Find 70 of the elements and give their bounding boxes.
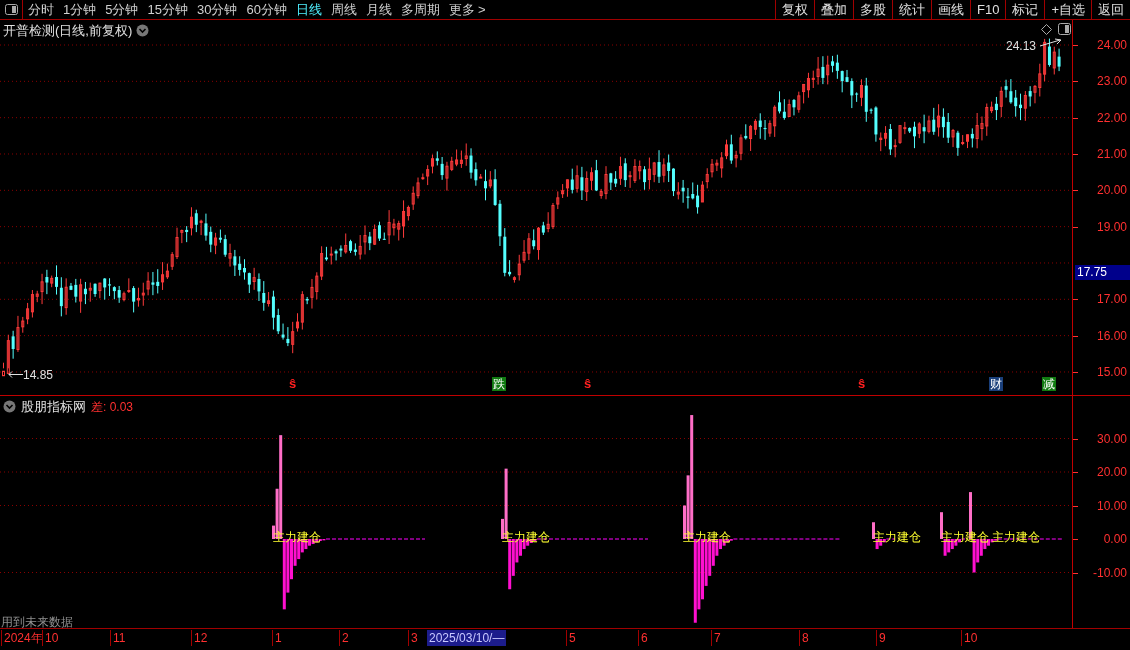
event-marker[interactable]: ŝ (584, 376, 592, 392)
axis-label: 15.00 (1096, 364, 1127, 379)
period-tab[interactable]: 30分钟 (196, 0, 238, 20)
toolbar-button[interactable]: 叠加 (814, 0, 853, 20)
arrow-icon (1040, 38, 1062, 47)
period-tab[interactable]: 5分钟 (105, 0, 139, 20)
signal-label: 主力建仓 (992, 530, 1040, 544)
axis-label: 24.00 (1096, 38, 1127, 52)
month-label: 11 (110, 630, 126, 646)
future-data-note: 用到未来数据 (1, 614, 73, 631)
cursor-date-label: 2025/03/10/— (427, 630, 507, 646)
period-tab[interactable]: 60分钟 (246, 0, 287, 20)
axis-label: 16.00 (1096, 328, 1127, 343)
month-label: 2 (339, 630, 349, 646)
period-tab[interactable]: 1分钟 (63, 0, 97, 20)
indicator-reading: 差: 0.03 (91, 398, 134, 416)
period-tab[interactable]: 日线 (295, 0, 322, 20)
chevron-down-icon[interactable] (3, 400, 16, 414)
event-tag[interactable]: 财 (989, 377, 1003, 391)
axis-label: -10.00 (1092, 565, 1127, 580)
event-tag[interactable]: 减 (1042, 377, 1056, 391)
axis-label: 20.00 (1096, 183, 1127, 198)
current-price-label: 17.75 (1075, 265, 1130, 281)
period-tab[interactable]: 更多 (448, 0, 475, 20)
period-tab[interactable]: 周线 (330, 0, 357, 20)
axis-label: 17.00 (1096, 292, 1127, 307)
chevron-down-icon[interactable] (136, 24, 150, 38)
event-marker[interactable]: ŝ (289, 376, 297, 392)
low-price-label: 14.85 (23, 367, 54, 384)
axis-label: 10.00 (1096, 498, 1127, 513)
event-tag[interactable]: 跌 (492, 377, 506, 391)
more-arrow[interactable]: > (477, 0, 486, 20)
axis-label: 19.00 (1096, 219, 1127, 234)
axis-label: 22.00 (1096, 110, 1127, 125)
event-marker[interactable]: ŝ (858, 376, 866, 392)
month-label: 5 (566, 630, 576, 646)
diamond-icon[interactable] (1041, 24, 1052, 35)
toolbar-button[interactable]: 多股 (853, 0, 892, 20)
panel-toggle-icon[interactable] (4, 4, 18, 15)
month-label: 12 (191, 630, 208, 646)
axis-label: 30.00 (1096, 431, 1127, 446)
indicator-name: 股朋指标网 (21, 398, 86, 416)
period-tab[interactable]: 多周期 (400, 0, 440, 20)
period-tab[interactable]: 15分钟 (147, 0, 188, 20)
month-label: 7 (711, 630, 721, 646)
panel-toggle-icon[interactable] (1058, 23, 1071, 35)
month-label: 6 (638, 630, 648, 646)
toolbar-button[interactable]: 标记 (1005, 0, 1045, 20)
month-label: 1 (272, 630, 282, 646)
toolbar-button[interactable]: 返回 (1091, 0, 1130, 20)
axis-label: 0.00 (1103, 532, 1127, 546)
toolbar-button[interactable]: F10 (970, 0, 1006, 20)
month-label: 8 (799, 630, 809, 646)
period-tab[interactable]: 月线 (365, 0, 392, 20)
toolbar-button[interactable]: 统计 (892, 0, 931, 20)
toolbar-button[interactable]: 复权 (775, 0, 814, 20)
axis-label: 21.00 (1096, 147, 1127, 161)
year-label: 2024年 (1, 630, 43, 646)
toolbar-button[interactable]: +自选 (1044, 0, 1091, 20)
month-label: 10 (961, 630, 978, 646)
arrow-icon (8, 370, 23, 379)
axis-label: 20.00 (1096, 465, 1127, 479)
month-label: 10 (42, 630, 59, 646)
axis-label: 23.00 (1096, 74, 1127, 89)
toolbar-button[interactable]: 画线 (931, 0, 970, 20)
month-label: 9 (876, 630, 886, 646)
period-tab[interactable]: 分时 (28, 0, 54, 20)
high-price-label: 24.13 (1006, 38, 1037, 55)
chart-title: 开普检测(日线,前复权) (3, 22, 133, 40)
month-label: 3 (408, 630, 418, 646)
